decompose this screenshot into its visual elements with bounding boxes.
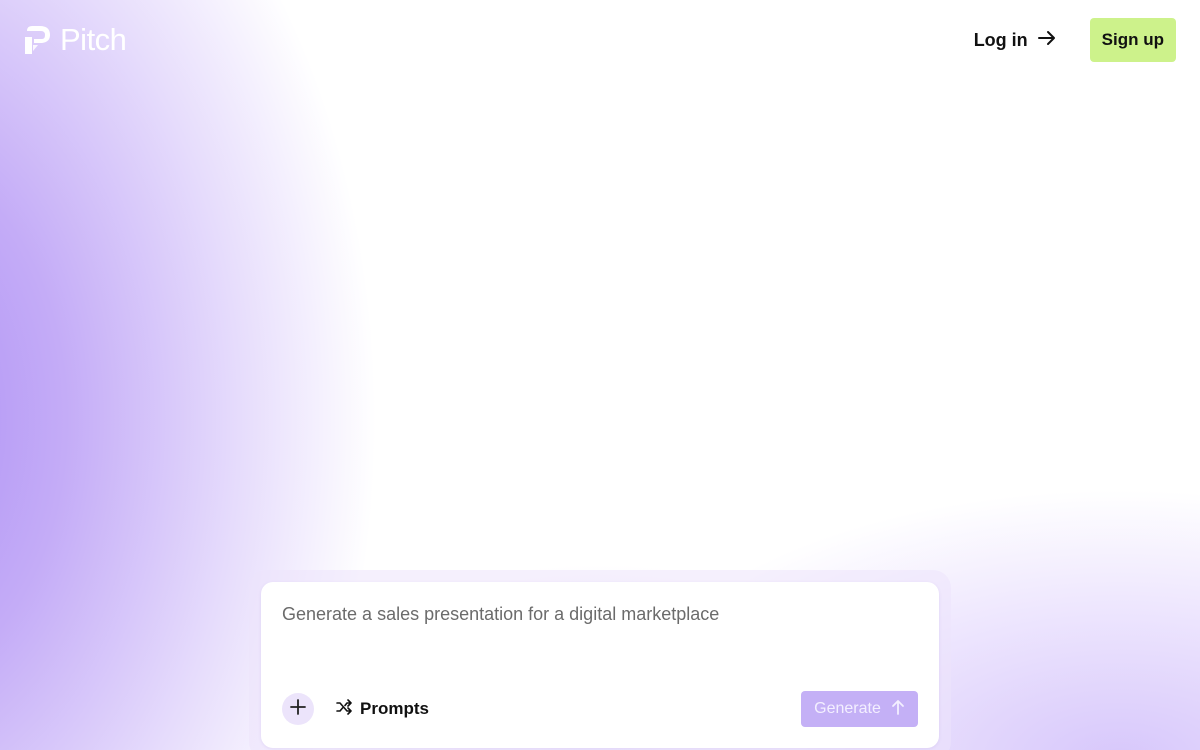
pitch-logo-icon bbox=[24, 25, 52, 55]
plus-icon bbox=[290, 698, 306, 720]
signup-button[interactable]: Sign up bbox=[1089, 18, 1176, 62]
prompt-composer: Prompts Generate bbox=[261, 582, 939, 748]
arrow-up-icon bbox=[891, 699, 905, 720]
top-navigation: Pitch Log in Sign up bbox=[0, 0, 1200, 80]
add-attachment-button[interactable] bbox=[282, 693, 314, 725]
login-link[interactable]: Log in bbox=[974, 30, 1056, 51]
prompt-input[interactable] bbox=[282, 602, 912, 662]
shuffle-icon bbox=[336, 698, 352, 720]
brand-logo[interactable]: Pitch bbox=[24, 22, 127, 58]
arrow-right-icon bbox=[1037, 30, 1056, 51]
header-actions: Log in Sign up bbox=[974, 18, 1176, 62]
prompts-button[interactable]: Prompts bbox=[336, 693, 429, 725]
prompts-label: Prompts bbox=[360, 699, 429, 718]
generate-button[interactable]: Generate bbox=[801, 691, 918, 727]
generate-label: Generate bbox=[814, 700, 881, 717]
login-label: Log in bbox=[973, 29, 1028, 50]
brand-name: Pitch bbox=[60, 22, 127, 57]
